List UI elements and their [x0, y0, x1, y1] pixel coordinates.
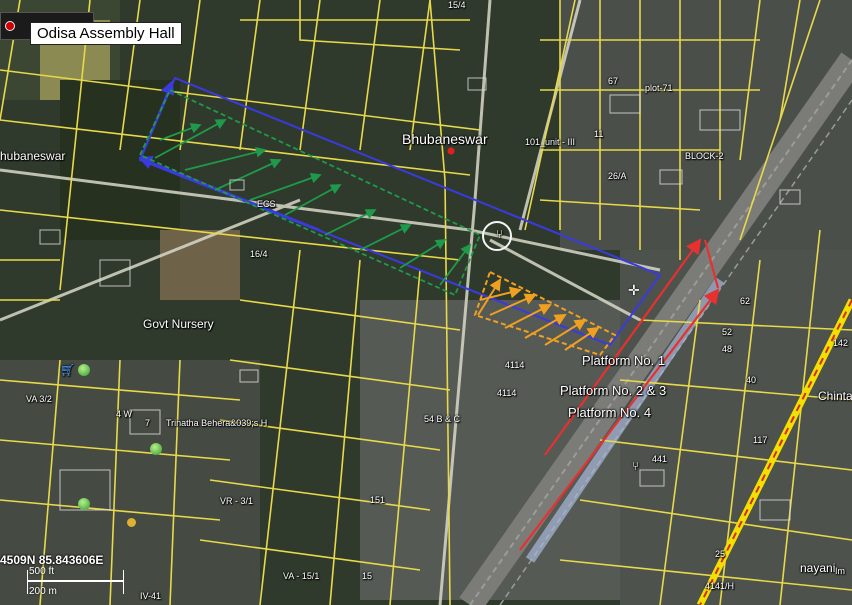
- plot-label: 117: [753, 435, 768, 445]
- im-label: Im: [835, 566, 845, 576]
- plot-label: 54 B & C: [424, 414, 461, 424]
- map-title[interactable]: Odisa Assembly Hall: [30, 22, 182, 45]
- fork-knife-icon[interactable]: ⑂: [496, 228, 503, 240]
- green-ball-icon[interactable]: [150, 443, 162, 455]
- plot-label: VA - 15/1: [283, 571, 320, 581]
- crosshair-icon: ✛: [628, 282, 640, 298]
- platform-1-label[interactable]: Platform No. 1: [582, 354, 665, 367]
- plot-label: 52: [722, 327, 733, 337]
- plot-label: BLOCK-2: [685, 151, 724, 161]
- map-overlay-layer: [0, 0, 852, 605]
- platform-2-3-label[interactable]: Platform No. 2 & 3: [560, 384, 666, 397]
- plot-label: 62: [740, 296, 751, 306]
- shopping-cart-icon[interactable]: 🛒︎: [60, 364, 75, 376]
- nayani-label[interactable]: nayani: [800, 562, 835, 574]
- scale-meters: 200 m: [29, 586, 57, 597]
- red-dot-marker-icon: [5, 21, 15, 31]
- satellite-map[interactable]: Odisa Assembly Hall Bhubaneswar hubanesw…: [0, 0, 852, 605]
- plot-label: 4114: [497, 388, 517, 398]
- plot-label: VA 3/2: [26, 394, 52, 404]
- plot-label: 7: [145, 418, 151, 428]
- scale-feet: 500 ft: [29, 566, 55, 577]
- place-icon[interactable]: [127, 518, 136, 527]
- scale-bar: 500 ft 200 m: [27, 566, 127, 598]
- plot-label: 441: [652, 454, 668, 464]
- plot-label: VR - 3/1: [220, 496, 254, 506]
- plot-label: 26/A: [608, 171, 627, 181]
- plot-label: 11: [594, 129, 604, 139]
- platform-4-label[interactable]: Platform No. 4: [568, 406, 651, 419]
- plot-label: 151: [370, 495, 386, 505]
- city-marker-icon: [447, 147, 455, 155]
- plot-label: 16/4: [250, 249, 268, 259]
- plot-label: plot-71: [645, 83, 673, 93]
- plot-label: 4 W: [116, 409, 133, 419]
- green-ball-icon[interactable]: [78, 498, 90, 510]
- govt-nursery-label[interactable]: Govt Nursery: [143, 318, 214, 330]
- plot-label: 48: [722, 344, 733, 354]
- coordinates-readout: 4509N 85.843606E: [0, 553, 104, 567]
- plot-label: 67: [608, 76, 619, 86]
- plot-label: 25: [715, 549, 726, 559]
- plot-label: IV-41: [140, 591, 162, 601]
- plot-label: 40: [746, 375, 757, 385]
- plot-label: 101_unit - III: [525, 137, 576, 147]
- trinatha-label[interactable]: Trinatha Behera&039;s H: [166, 419, 267, 428]
- plot-label: 4114: [505, 360, 525, 370]
- plot-label: 15: [362, 571, 373, 581]
- plot-label: 142: [833, 338, 849, 348]
- fork-knife-icon[interactable]: ⑂: [632, 460, 639, 472]
- plot-label: 4141/H: [705, 581, 735, 591]
- green-ball-icon[interactable]: [78, 364, 90, 376]
- chinta-label[interactable]: Chinta: [818, 390, 852, 402]
- city-label[interactable]: Bhubaneswar: [402, 132, 488, 146]
- plot-label: 15/4: [448, 0, 466, 10]
- city-left-label: hubaneswar: [0, 149, 66, 163]
- plot-label: ECS: [257, 199, 276, 209]
